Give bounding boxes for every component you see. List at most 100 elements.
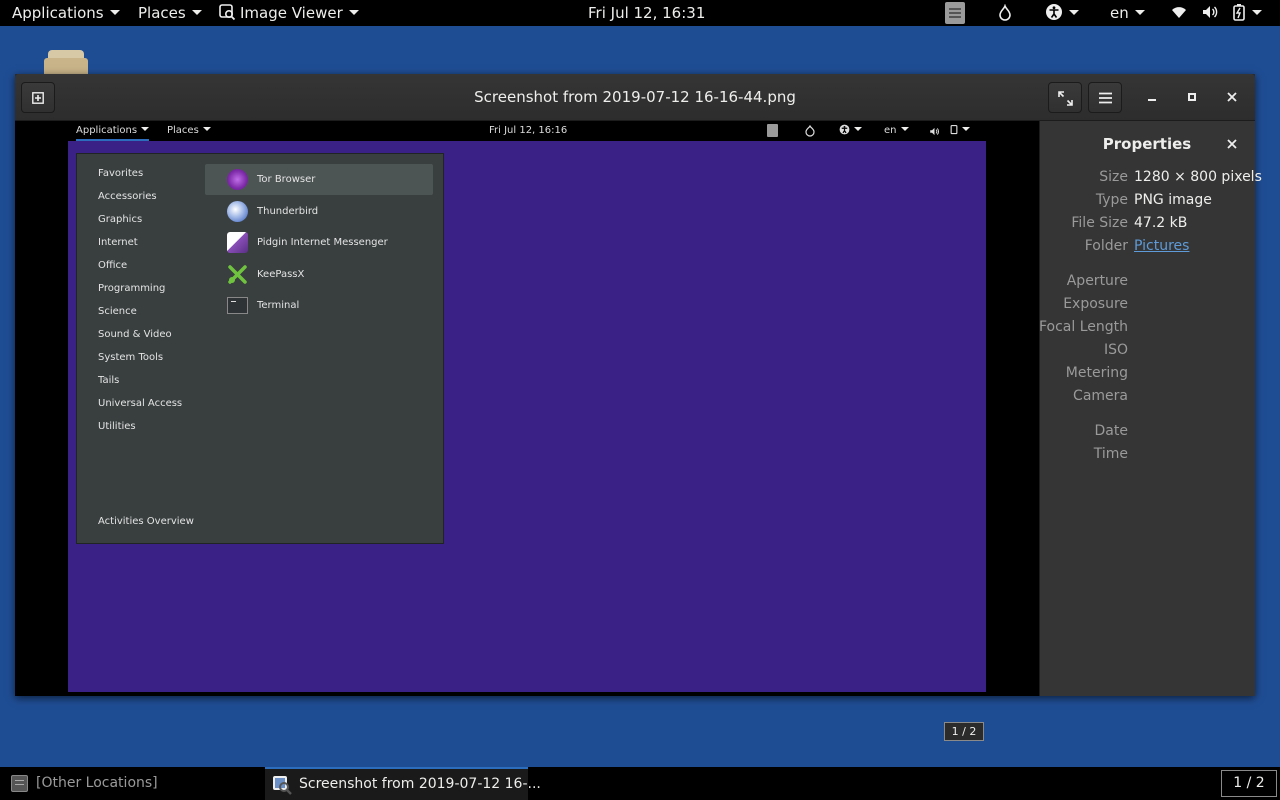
file-size-value: 47.2 kB (1134, 215, 1188, 231)
wifi-icon (1172, 7, 1186, 19)
tor-browser-icon (227, 169, 248, 190)
keyboard-layout-menu[interactable]: en (1110, 0, 1145, 26)
app-label: Pidgin Internet Messenger (257, 237, 388, 248)
app-label: Tor Browser (257, 174, 316, 185)
category-internet: Internet (98, 237, 138, 248)
accessibility-icon (839, 124, 850, 134)
chevron-down-icon (1069, 10, 1079, 15)
system-menu[interactable] (1170, 0, 1262, 26)
app-menu[interactable]: Image Viewer (218, 0, 359, 26)
exposure-label: Exposure (1063, 296, 1128, 312)
focal-length-label: Focal Length (1038, 319, 1128, 335)
category-office: Office (98, 260, 128, 271)
category-system-tools: System Tools (98, 352, 164, 363)
folder-icon[interactable] (44, 48, 88, 76)
fullscreen-icon (1058, 91, 1073, 106)
close-icon[interactable] (1227, 139, 1237, 149)
menu-button[interactable] (1088, 82, 1122, 113)
task-other-locations[interactable]: [Other Locations] (0, 767, 262, 800)
app-terminal: Terminal (205, 290, 433, 321)
task-image-viewer[interactable]: Screenshot from 2019-07-12 16-... (265, 767, 541, 800)
camera-label: Camera (1073, 388, 1128, 404)
file-size-label: File Size (1071, 215, 1128, 231)
keepassx-icon (228, 265, 247, 284)
places-label: Places (138, 4, 186, 22)
battery-icon (1232, 4, 1245, 21)
tor-onion-icon (805, 125, 815, 137)
properties-sidebar: Properties Size 1280 × 800 pixels Type P… (1038, 121, 1262, 696)
image-viewer-icon (273, 776, 292, 795)
accessibility-menu[interactable] (1045, 0, 1079, 26)
chevron-down-icon (854, 127, 862, 131)
image-view[interactable]: Applications Places Fri Jul 12, 16:16 en… (15, 121, 1039, 741)
battery-icon (950, 125, 958, 135)
minimize-icon (1148, 99, 1156, 101)
size-label: Size (1099, 169, 1128, 185)
chevron-down-icon (141, 127, 150, 131)
screenshot-places-menu: Places (167, 121, 211, 141)
folder-link[interactable]: Pictures (1134, 238, 1189, 254)
chevron-down-icon (962, 127, 970, 131)
time-label: Time (1093, 446, 1128, 462)
activities-overview: Activities Overview (98, 516, 194, 527)
screenshot-top-panel: Applications Places Fri Jul 12, 16:16 en (68, 121, 986, 141)
clipboard-icon[interactable] (945, 2, 965, 24)
screenshot-language-menu: en (884, 121, 909, 141)
app-label: Terminal (257, 300, 300, 311)
category-favorites: Favorites (98, 168, 144, 179)
places-menu[interactable]: Places (138, 0, 202, 26)
clipboard-icon (767, 124, 778, 137)
screenshot-applications-popup: Favorites Accessories Graphics Internet … (76, 153, 444, 544)
screenshot-accessibility-menu (839, 121, 862, 141)
app-keepassx: KeePassX (205, 259, 433, 290)
chevron-down-icon (1251, 10, 1262, 15)
fullscreen-button[interactable] (1048, 82, 1082, 113)
chevron-down-icon (191, 10, 202, 15)
screenshot-applications-menu: Applications (76, 121, 150, 141)
screenshot-clock: Fri Jul 12, 16:16 (489, 125, 568, 136)
hamburger-icon (1099, 92, 1112, 104)
app-label: KeePassX (257, 269, 305, 280)
metering-label: Metering (1065, 365, 1128, 381)
iso-label: ISO (1103, 342, 1128, 358)
volume-icon (930, 127, 940, 136)
category-tails: Tails (98, 375, 120, 386)
folder-label: Folder (1084, 238, 1128, 254)
close-button[interactable] (1219, 85, 1245, 109)
applications-menu[interactable]: Applications (12, 0, 120, 26)
maximize-button[interactable] (1179, 85, 1205, 109)
chevron-down-icon (900, 127, 909, 131)
image-viewer-icon (219, 4, 236, 21)
top-panel: Applications Places Image Viewer Fri Jul… (0, 0, 1280, 26)
properties-title: Properties (1102, 135, 1192, 153)
category-universal-access: Universal Access (98, 398, 183, 409)
language-label: en (1110, 4, 1129, 22)
type-label: Type (1095, 192, 1128, 208)
maximize-icon (1188, 93, 1196, 101)
chevron-down-icon (1134, 10, 1145, 15)
header-bar: Screenshot from 2019-07-12 16-16-44.png (15, 74, 1255, 121)
screenshot-language-label: en (884, 125, 897, 136)
category-programming: Programming (98, 283, 166, 294)
category-science: Science (98, 306, 137, 317)
app-thunderbird: Thunderbird (205, 196, 433, 227)
close-icon (1227, 92, 1237, 102)
chevron-down-icon (109, 10, 120, 15)
task-label: [Other Locations] (36, 775, 158, 791)
category-graphics: Graphics (98, 214, 143, 225)
applications-label: Applications (12, 4, 104, 22)
screenshot-system-menu (950, 121, 970, 141)
tor-onion-icon[interactable] (996, 4, 1014, 22)
chevron-down-icon (202, 127, 211, 131)
screenshot-applications-label: Applications (76, 125, 138, 136)
category-utilities: Utilities (98, 421, 136, 432)
category-sound-video: Sound & Video (98, 329, 172, 340)
image-viewer-window: Screenshot from 2019-07-12 16-16-44.png … (15, 74, 1262, 741)
aperture-label: Aperture (1066, 273, 1128, 289)
volume-icon (1202, 6, 1218, 18)
workspace-switcher[interactable]: 1 / 2 (1221, 770, 1277, 797)
file-manager-icon (11, 775, 28, 792)
clock[interactable]: Fri Jul 12, 16:31 (588, 0, 705, 26)
app-pidgin: Pidgin Internet Messenger (205, 227, 433, 258)
minimize-button[interactable] (1139, 85, 1165, 109)
